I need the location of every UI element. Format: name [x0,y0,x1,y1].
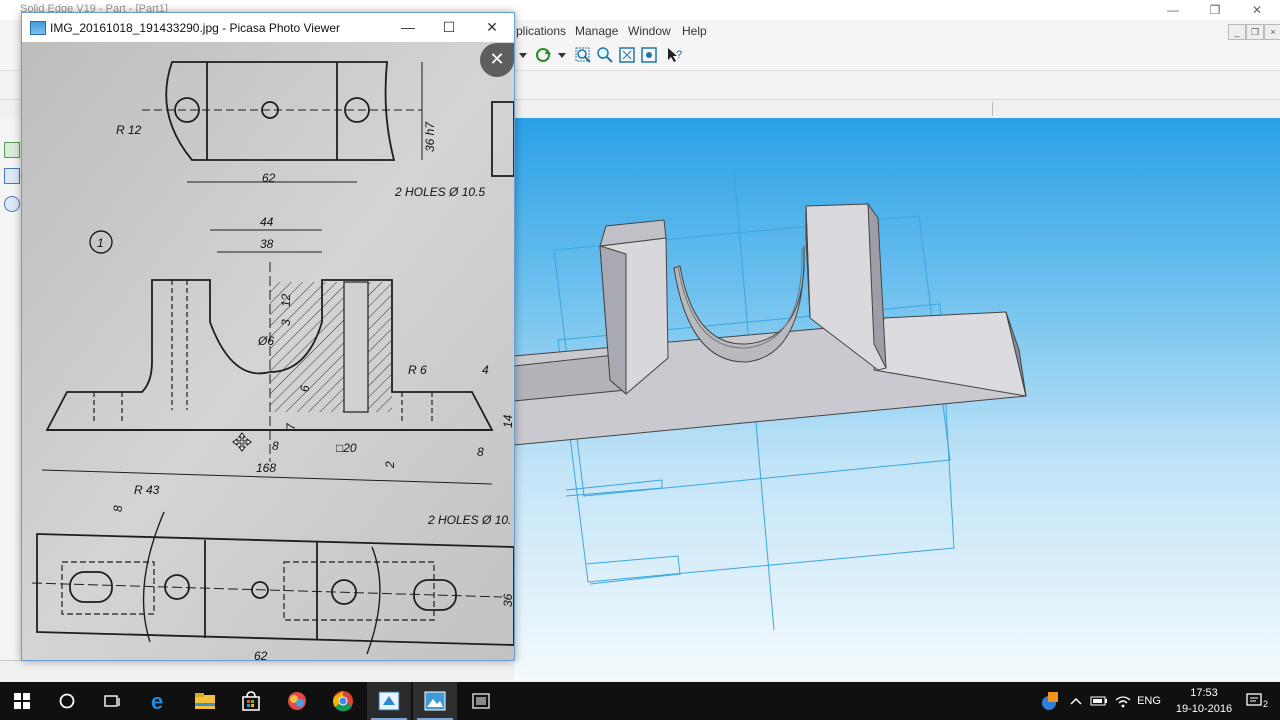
app-minimize-button[interactable]: — [1150,0,1196,20]
drawing-sketch: R 12 36 h7 62 2 HOLES Ø 10.5 1 44 38 12 … [22,42,514,660]
svg-text:e: e [151,690,163,712]
tray-app-icon[interactable] [1036,682,1062,720]
engineering-drawing-photo: R 12 36 h7 62 2 HOLES Ø 10.5 1 44 38 12 … [22,42,514,660]
taskbar-edge[interactable]: e [138,682,182,720]
dim-r43: R 43 [134,483,160,497]
picasa-close-button[interactable]: ✕ [470,13,514,42]
clock-time: 17:53 [1190,687,1218,699]
taskbar-store[interactable] [229,682,273,720]
picasa-maximize-button[interactable]: ☐ [427,13,471,42]
dim-8-bottom: 8 [111,505,125,512]
tray-orange-badge-icon [1042,692,1058,710]
tray-wifi[interactable] [1112,682,1134,720]
app-bottom-strip [0,660,514,683]
chevron-up-icon [1070,697,1082,705]
dim-62: 62 [262,171,276,185]
3d-viewport[interactable] [513,118,1280,680]
dim-3: 3 [279,319,293,326]
picasa-titlebar[interactable]: IMG_20161018_191433290.jpg - Picasa Phot… [22,13,514,42]
dim-2: 2 [383,461,397,469]
view-number-1: 1 [97,236,104,250]
picasa-window[interactable]: IMG_20161018_191433290.jpg - Picasa Phot… [21,12,515,661]
taskbar-picasa[interactable] [413,682,457,720]
taskbar: e ENG 17:53 19-10-2016 2 [0,682,1280,720]
dim-r6: R 6 [408,363,427,377]
colorful-badge-icon [288,692,306,710]
action-center-button[interactable]: 2 [1238,682,1274,720]
menu-manage[interactable]: Manage [575,24,618,38]
menu-window[interactable]: Window [628,24,671,38]
picasa-photo-viewer-icon [424,691,446,711]
dim-14: 14 [501,414,514,428]
dim-36: 36 [501,593,514,607]
app-restore-button[interactable]: ❐ [1192,0,1238,20]
picasa-minimize-button[interactable]: — [386,13,430,42]
picasa-window-title: IMG_20161018_191433290.jpg - Picasa Phot… [50,21,340,35]
folder-icon [195,693,215,709]
picasa-overlay-close-button[interactable]: ✕ [480,43,514,77]
note-2-holes-top: 2 HOLES Ø 10.5 [394,185,485,199]
chrome-icon [333,691,353,712]
layers-icon[interactable] [4,168,20,184]
taskbar-generic-app[interactable] [459,682,503,720]
whats-this-help-icon[interactable]: ? [666,46,684,64]
dim-phi6: Ø6 [257,334,274,348]
battery-icon [1090,696,1107,706]
app-close-button[interactable]: ✕ [1234,0,1280,20]
feature-tree-icon[interactable] [4,142,20,158]
dropdown-arrow-icon[interactable] [514,46,532,64]
fit-view-icon[interactable] [618,46,636,64]
dim-square-20: □20 [336,441,357,455]
taskbar-file-explorer[interactable] [183,682,227,720]
notification-count-badge: 2 [1262,699,1268,709]
wifi-icon [1115,696,1131,708]
rotate-dropdown-arrow-icon[interactable] [553,46,571,64]
dim-168: 168 [256,461,276,475]
features-icon[interactable] [4,196,20,212]
cortana-search-button[interactable] [45,682,89,720]
dim-8-left: 8 [272,439,279,453]
left-dock [0,118,23,678]
start-button[interactable] [0,682,44,720]
dim-4: 4 [482,363,489,377]
picasa-app-icon [30,21,46,35]
menu-applications[interactable]: plications [516,24,566,38]
task-view-button[interactable] [90,682,134,720]
dim-44: 44 [260,215,274,229]
rotate-view-icon[interactable] [534,46,552,64]
note-2-holes-bottom: 2 HOLES Ø 10. [427,513,511,527]
taskbar-solid-edge[interactable] [367,682,411,720]
dim-62-bottom: 62 [254,649,268,660]
dim-36h7: 36 h7 [423,121,437,152]
dim-12: 12 [279,293,293,307]
app-window-icon [472,693,490,709]
doc-close-button[interactable]: × [1264,24,1280,40]
pan-view-icon[interactable] [640,46,658,64]
store-bag-icon [242,691,260,711]
tray-battery[interactable] [1088,682,1110,720]
edge-browser-icon: e [151,690,163,712]
tray-language[interactable]: ENG [1134,682,1164,720]
dim-r12: R 12 [116,123,142,137]
doc-restore-button[interactable]: ❐ [1246,24,1264,40]
tray-clock[interactable]: 17:53 19-10-2016 [1166,685,1242,717]
clock-date: 19-10-2016 [1175,703,1233,715]
doc-minimize-button[interactable]: _ [1228,24,1246,40]
task-view-icon [104,695,120,707]
cortana-circle-icon [59,693,75,709]
part-model [513,169,1027,631]
windows-logo-icon [14,693,30,709]
dim-8-right: 8 [477,445,484,459]
svg-text:?: ? [676,49,682,61]
taskbar-chrome[interactable] [321,682,365,720]
zoom-area-icon[interactable] [574,46,592,64]
solid-edge-icon [378,691,400,711]
dim-38: 38 [260,237,274,251]
dim-6: 6 [298,385,312,392]
tray-show-hidden-button[interactable] [1066,682,1086,720]
menu-help[interactable]: Help [682,24,707,38]
zoom-icon[interactable] [596,46,614,64]
toolbar-divider [992,102,993,116]
taskbar-app-badge[interactable] [275,682,319,720]
